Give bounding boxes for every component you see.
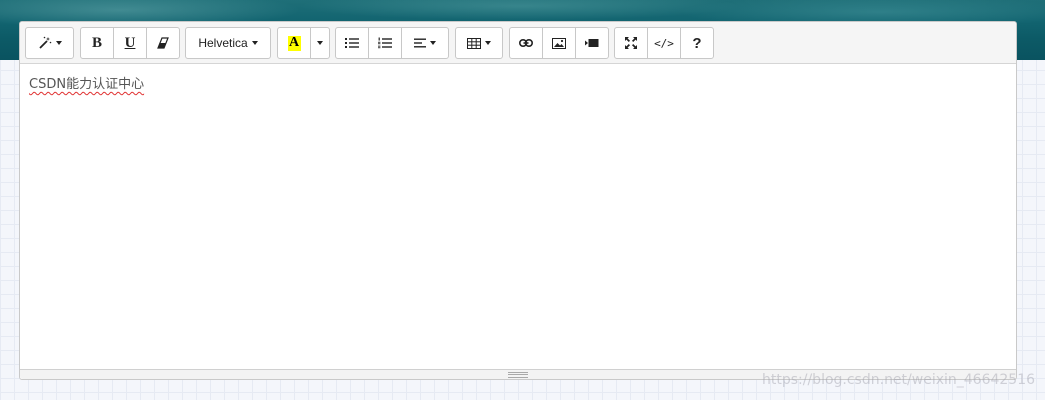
insert-picture-button[interactable] [542,27,576,59]
fullscreen-button[interactable] [614,27,648,59]
editor-toolbar: B U Helvetica A </> ? [20,22,1016,64]
chevron-down-icon [430,41,436,45]
insert-group [509,27,609,59]
image-icon [552,37,566,49]
code-view-button[interactable]: </> [647,27,681,59]
underline-button[interactable]: U [113,27,147,59]
paragraph-group [335,27,449,59]
view-group: </> ? [614,27,714,59]
chevron-down-icon [317,41,323,45]
bold-button[interactable]: B [80,27,114,59]
chevron-down-icon [251,41,258,45]
font-name-dropdown[interactable]: Helvetica [185,27,271,59]
help-button[interactable]: ? [680,27,714,59]
insert-link-button[interactable] [509,27,543,59]
underline-label: U [124,34,136,51]
code-view-label: </> [654,36,674,50]
highlight-color-button[interactable]: A [277,27,311,59]
eraser-icon [157,37,169,49]
paragraph-align-dropdown[interactable] [401,27,449,59]
bulleted-list-icon [345,37,359,49]
rich-text-editor: B U Helvetica A </> ? CSDN能力认证中心 [19,21,1017,380]
table-group [455,27,503,59]
chevron-down-icon [55,41,62,45]
magic-wand-icon [38,36,52,50]
color-group: A [277,27,330,59]
video-icon [585,38,599,48]
clear-format-button[interactable] [146,27,180,59]
font-name-label: Helvetica [198,36,248,50]
help-label: ? [692,34,702,52]
link-icon [519,38,533,48]
numbered-list-icon [378,37,392,49]
watermark-text: https://blog.csdn.net/weixin_46642516 [762,372,1036,388]
unordered-list-button[interactable] [335,27,369,59]
grip-icon [508,371,528,378]
insert-video-button[interactable] [575,27,609,59]
align-left-icon [414,38,426,48]
font-name-group: Helvetica [185,27,271,59]
editor-text: CSDN能力认证中心 [29,77,145,92]
bold-label: B [91,34,102,51]
ordered-list-button[interactable] [368,27,402,59]
table-grid-icon [467,37,481,49]
style-group [25,27,74,59]
highlight-letter: A [287,35,301,51]
expand-icon [625,37,637,49]
table-dropdown-button[interactable] [455,27,503,59]
chevron-down-icon [485,41,491,45]
font-style-group: B U [80,27,180,59]
style-dropdown-button[interactable] [25,27,74,59]
editor-content-area[interactable]: CSDN能力认证中心 [20,64,1016,370]
color-dropdown-button[interactable] [310,27,330,59]
